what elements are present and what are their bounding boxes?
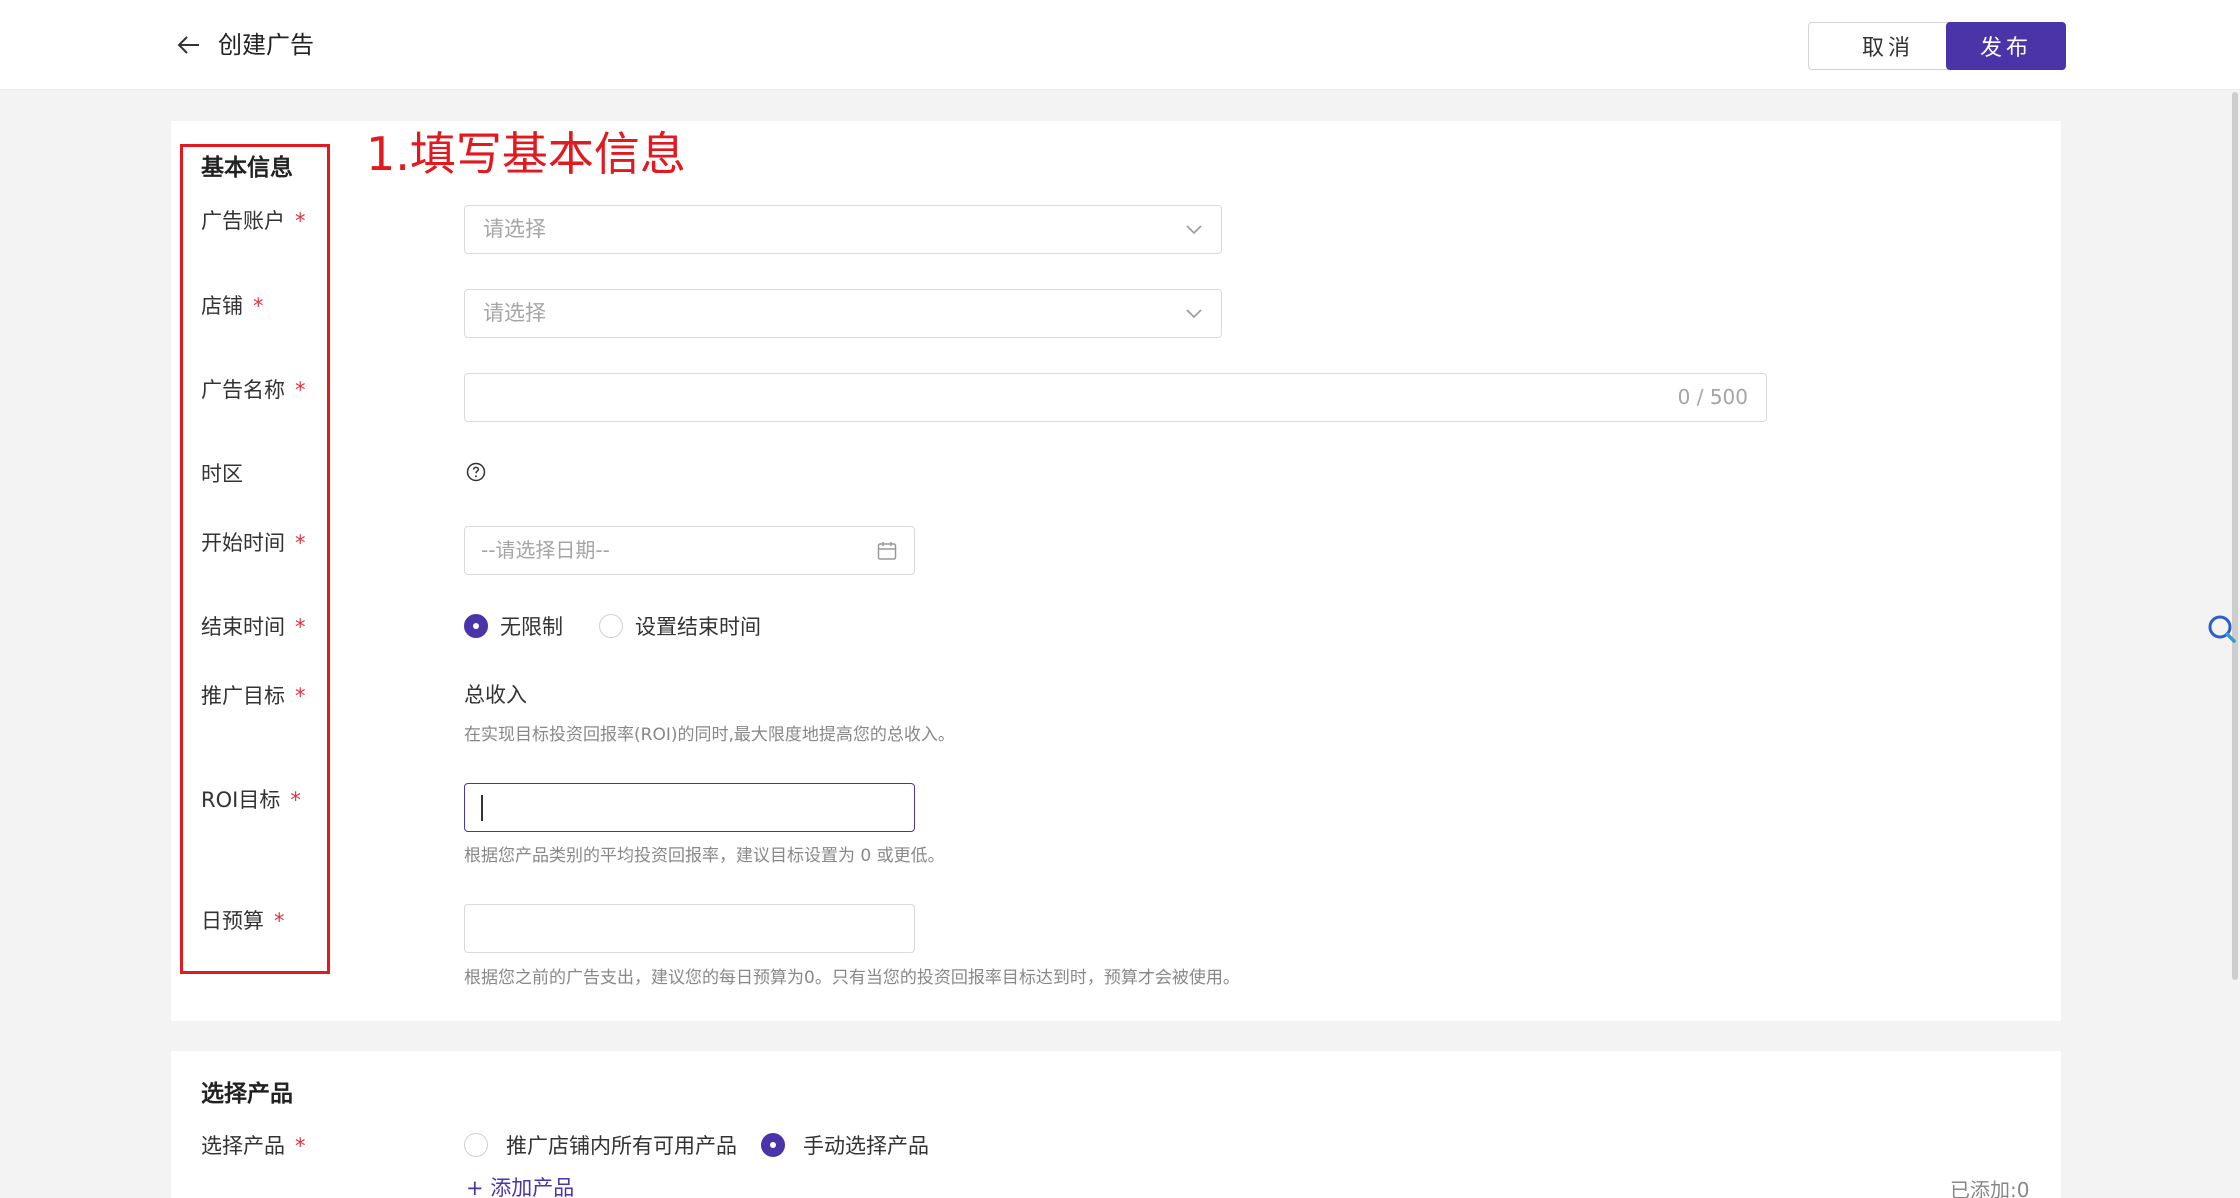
radio-label: 推广店铺内所有可用产品 [506, 1134, 737, 1158]
chevron-down-icon [1186, 225, 1202, 235]
question-circle-icon[interactable] [466, 462, 486, 482]
annotation-highlight-box [180, 144, 330, 974]
promo-goal-value: 总收入 [464, 683, 527, 707]
back-button[interactable] [172, 28, 206, 62]
publish-button[interactable]: 发布 [1946, 22, 2066, 70]
radio-label: 手动选择产品 [803, 1134, 929, 1158]
page-title: 创建广告 [218, 31, 314, 59]
products-radio-group: 推广店铺内所有可用产品 手动选择产品 [464, 1130, 965, 1160]
radio-unselected-icon [464, 1133, 488, 1157]
select-products-label: 选择产品 * [201, 1131, 306, 1161]
start-date-picker[interactable]: --请选择日期-- [464, 526, 915, 575]
end-time-radio-group: 无限制 设置结束时间 [464, 611, 797, 641]
radio-selected-icon [464, 614, 488, 638]
ad-account-select[interactable]: 请选择 [464, 205, 1222, 254]
chevron-down-icon [1186, 309, 1202, 319]
text-caret [481, 795, 483, 821]
daily-budget-input[interactable] [464, 904, 915, 953]
products-option-manual[interactable]: 手动选择产品 [761, 1130, 929, 1160]
ad-account-placeholder: 请选择 [483, 217, 546, 241]
radio-label: 无限制 [500, 615, 563, 639]
end-time-option-set-end[interactable]: 设置结束时间 [599, 611, 761, 641]
daily-budget-hint: 根据您之前的广告支出，建议您的每日预算为0。只有当您的投资回报率目标达到时，预算… [464, 968, 1240, 988]
select-products-label-text: 选择产品 [201, 1134, 285, 1158]
end-time-option-unlimited[interactable]: 无限制 [464, 611, 563, 641]
search-icon[interactable] [2206, 612, 2236, 646]
start-date-placeholder: --请选择日期-- [481, 538, 610, 562]
top-bar: 创建广告 取消 发布 [0, 0, 2240, 90]
required-mark: * [295, 1134, 306, 1158]
store-placeholder: 请选择 [483, 301, 546, 325]
products-title: 选择产品 [201, 1081, 293, 1107]
annotation-text: 1.填写基本信息 [366, 127, 686, 181]
radio-selected-icon [761, 1133, 785, 1157]
scrollbar-thumb[interactable] [2232, 92, 2238, 980]
add-product-link[interactable]: + 添加产品 [466, 1172, 574, 1198]
radio-unselected-icon [599, 614, 623, 638]
products-card [171, 1051, 2061, 1198]
products-option-all[interactable]: 推广店铺内所有可用产品 [464, 1130, 737, 1160]
roi-goal-hint: 根据您产品类别的平均投资回报率，建议目标设置为 0 或更低。 [464, 846, 945, 866]
promo-goal-description: 在实现目标投资回报率(ROI)的同时,最大限度地提高您的总收入。 [464, 725, 955, 745]
added-count: 已添加:0 [1950, 1178, 2030, 1198]
store-select[interactable]: 请选择 [464, 289, 1222, 338]
calendar-icon [877, 542, 897, 560]
radio-label: 设置结束时间 [635, 615, 761, 639]
arrow-left-icon [177, 36, 199, 54]
basic-info-card [171, 121, 2061, 1021]
ad-name-char-counter: 0 / 500 [1677, 385, 1748, 409]
ad-name-input[interactable]: 0 / 500 [464, 373, 1767, 422]
roi-goal-input[interactable] [464, 783, 915, 832]
cancel-button[interactable]: 取消 [1808, 22, 1968, 70]
